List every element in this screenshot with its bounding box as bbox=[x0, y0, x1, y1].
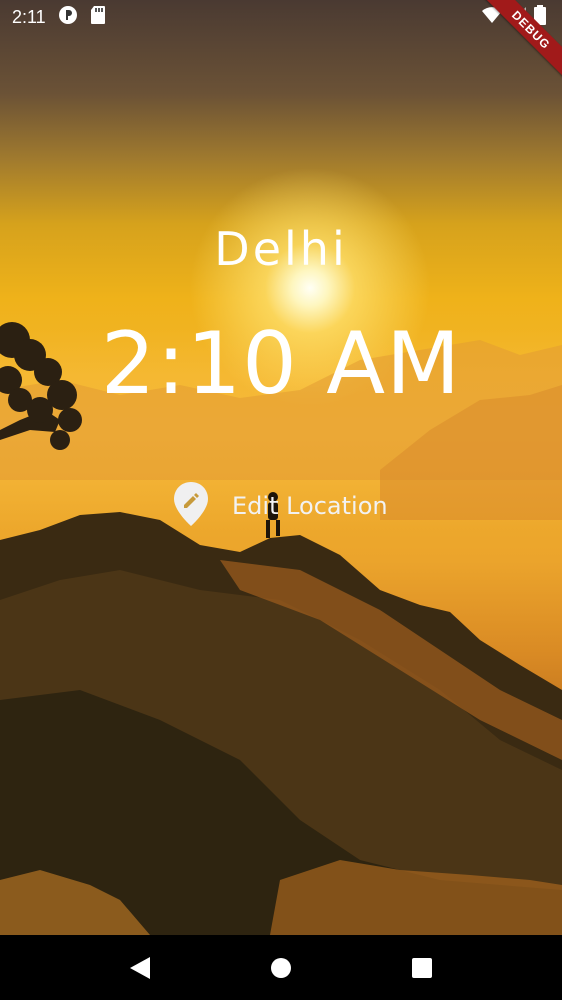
status-time: 2:11 bbox=[12, 6, 46, 27]
edit-location-icon bbox=[172, 480, 210, 532]
home-button[interactable] bbox=[261, 948, 301, 988]
recents-button[interactable] bbox=[402, 948, 442, 988]
recents-square-icon bbox=[411, 957, 432, 978]
edit-location-label: Edit Location bbox=[232, 492, 388, 520]
sd-card-icon bbox=[90, 5, 106, 30]
system-nav-bar bbox=[0, 935, 562, 1000]
edit-location-button[interactable]: Edit Location bbox=[172, 480, 388, 532]
back-triangle-icon bbox=[130, 956, 151, 979]
mountain-scene bbox=[0, 322, 562, 935]
home-circle-icon bbox=[270, 957, 291, 978]
current-time: 2:10 AM bbox=[100, 314, 462, 414]
back-button[interactable] bbox=[120, 948, 160, 988]
notification-icon bbox=[58, 5, 78, 30]
app-screen: 2:11 DEBUG Delhi 2:10 AM Edit Location bbox=[0, 0, 562, 1000]
status-bar: 2:11 bbox=[0, 0, 562, 34]
location-name: Delhi bbox=[214, 222, 348, 276]
